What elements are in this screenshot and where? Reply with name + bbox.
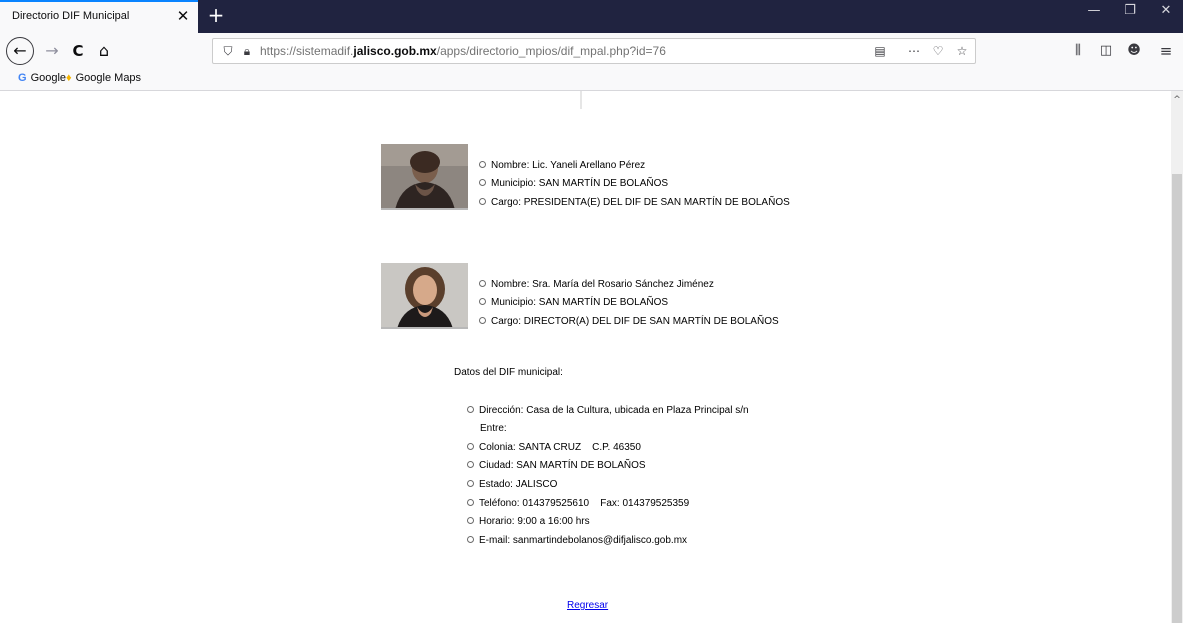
- datos-heading: Datos del DIF municipal:: [454, 367, 563, 378]
- back-arrow-icon[interactable]: ←: [6, 37, 34, 65]
- home-icon[interactable]: ⌂: [92, 39, 116, 63]
- bullet-icon: [479, 198, 486, 205]
- close-window-icon[interactable]: ✕: [1148, 0, 1183, 24]
- person-card-director: Nombre: Sra. María del Rosario Sánchez J…: [381, 263, 841, 329]
- colonia-text: Colonia: SANTA CRUZ C.P. 46350: [479, 442, 641, 453]
- estado-text: Estado: JALISCO: [479, 479, 558, 490]
- photo-presidenta: [381, 144, 468, 210]
- telefono-line: Teléfono: 014379525610 Fax: 014379525359: [467, 498, 689, 509]
- forward-arrow-icon[interactable]: →: [40, 39, 64, 63]
- cargo-line: Cargo: DIRECTOR(A) DEL DIF DE SAN MARTÍN…: [479, 316, 779, 327]
- page-actions-icon[interactable]: ⋯: [905, 42, 923, 60]
- email-line: E-mail: sanmartindebolanos@difjalisco.go…: [467, 535, 687, 546]
- bookmarks-toolbar: G Google ♦ Google Maps: [0, 69, 1183, 91]
- bookmark-google-maps[interactable]: ♦ Google Maps: [66, 72, 141, 84]
- email-text: E-mail: sanmartindebolanos@difjalisco.go…: [479, 535, 688, 546]
- title-bar: Directorio DIF Municipal ✕ + — ❐ ✕: [0, 0, 1183, 33]
- horario-text: Horario: 9:00 a 16:00 hrs: [479, 516, 590, 527]
- bullet-icon: [467, 517, 474, 524]
- nombre-line: Nombre: Lic. Yaneli Arellano Pérez: [479, 160, 645, 171]
- municipio-text: Municipio: SAN MARTÍN DE BOLAÑOS: [491, 178, 669, 189]
- bullet-icon: [467, 406, 474, 413]
- tab-close-icon[interactable]: ✕: [174, 7, 192, 25]
- url-prefix: https://sistemadif.: [260, 44, 354, 58]
- google-icon: G: [18, 72, 27, 84]
- bullet-icon: [467, 461, 474, 468]
- url-path: /apps/directorio_mpios/dif_mpal.php?id=7…: [436, 44, 666, 58]
- bookmark-google[interactable]: G Google: [18, 72, 66, 84]
- divider: [580, 91, 582, 109]
- tab-title: Directorio DIF Municipal: [12, 10, 130, 22]
- entre-line: Entre:: [480, 423, 507, 434]
- ciudad-text: Ciudad: SAN MARTÍN DE BOLAÑOS: [479, 460, 646, 471]
- ciudad-line: Ciudad: SAN MARTÍN DE BOLAÑOS: [467, 460, 646, 471]
- scroll-thumb[interactable]: [1172, 174, 1182, 623]
- estado-line: Estado: JALISCO: [467, 479, 557, 490]
- url-text: https://sistemadif.jalisco.gob.mx/apps/d…: [260, 44, 666, 58]
- municipio-line: Municipio: SAN MARTÍN DE BOLAÑOS: [479, 178, 668, 189]
- new-tab-button[interactable]: +: [204, 2, 228, 28]
- bullet-icon: [479, 317, 486, 324]
- nombre-text: Nombre: Sra. María del Rosario Sánchez J…: [491, 279, 714, 290]
- bullet-icon: [467, 443, 474, 450]
- nombre-line: Nombre: Sra. María del Rosario Sánchez J…: [479, 279, 714, 290]
- page-content: Nombre: Lic. Yaneli Arellano Pérez Munic…: [0, 91, 1171, 623]
- minimize-icon[interactable]: —: [1076, 0, 1112, 24]
- url-bar[interactable]: ⛉ 🔒︎ https://sistemadif.jalisco.gob.mx/a…: [212, 38, 976, 64]
- bullet-icon: [479, 298, 486, 305]
- bullet-icon: [467, 480, 474, 487]
- bullet-icon: [467, 499, 474, 506]
- person-card-presidenta: Nombre: Lic. Yaneli Arellano Pérez Munic…: [381, 144, 841, 210]
- scroll-up-icon[interactable]: ^: [1171, 95, 1183, 105]
- navigation-toolbar: ← → C ⌂ ⛉ 🔒︎ https://sistemadif.jalisco.…: [0, 33, 1183, 69]
- reader-view-icon[interactable]: ▤: [871, 42, 889, 60]
- bullet-icon: [479, 179, 486, 186]
- horario-line: Horario: 9:00 a 16:00 hrs: [467, 516, 590, 527]
- bookmark-label: Google: [30, 72, 67, 84]
- reload-icon[interactable]: C: [66, 39, 90, 63]
- photo-director: [381, 263, 468, 329]
- lock-icon[interactable]: 🔒︎: [238, 42, 256, 60]
- nombre-text: Nombre: Lic. Yaneli Arellano Pérez: [491, 160, 646, 171]
- telefono-text: Teléfono: 014379525610 Fax: 014379525359: [479, 498, 690, 509]
- bookmark-label: Google Maps: [75, 72, 142, 84]
- direccion-line: Dirección: Casa de la Cultura, ubicada e…: [467, 405, 749, 416]
- cargo-line: Cargo: PRESIDENTA(E) DEL DIF DE SAN MART…: [479, 197, 790, 208]
- bullet-icon: [467, 536, 474, 543]
- library-icon[interactable]: ⫼: [1068, 41, 1088, 61]
- bullet-icon: [479, 161, 486, 168]
- shield-icon[interactable]: ⛉: [219, 42, 237, 60]
- vertical-scrollbar[interactable]: ^: [1171, 91, 1183, 623]
- maximize-icon[interactable]: ❐: [1112, 0, 1148, 24]
- pocket-icon[interactable]: ♡: [929, 42, 947, 60]
- sidebar-icon[interactable]: ◫: [1096, 41, 1116, 61]
- menu-icon[interactable]: ≡: [1156, 41, 1176, 61]
- bullet-icon: [479, 280, 486, 287]
- municipio-text: Municipio: SAN MARTÍN DE BOLAÑOS: [491, 297, 669, 308]
- colonia-line: Colonia: SANTA CRUZ C.P. 46350: [467, 442, 641, 453]
- maps-pin-icon: ♦: [66, 72, 72, 84]
- tab-directorio[interactable]: Directorio DIF Municipal ✕: [0, 0, 198, 33]
- account-icon[interactable]: ☻: [1124, 41, 1144, 61]
- municipio-line: Municipio: SAN MARTÍN DE BOLAÑOS: [479, 297, 668, 308]
- regresar-link[interactable]: Regresar: [567, 600, 608, 611]
- cargo-text: Cargo: DIRECTOR(A) DEL DIF DE SAN MARTÍN…: [491, 316, 779, 327]
- cargo-text: Cargo: PRESIDENTA(E) DEL DIF DE SAN MART…: [491, 197, 790, 208]
- url-domain: jalisco.gob.mx: [353, 44, 437, 58]
- direccion-text: Dirección: Casa de la Cultura, ubicada e…: [479, 405, 749, 416]
- bookmark-star-icon[interactable]: ☆: [953, 42, 971, 60]
